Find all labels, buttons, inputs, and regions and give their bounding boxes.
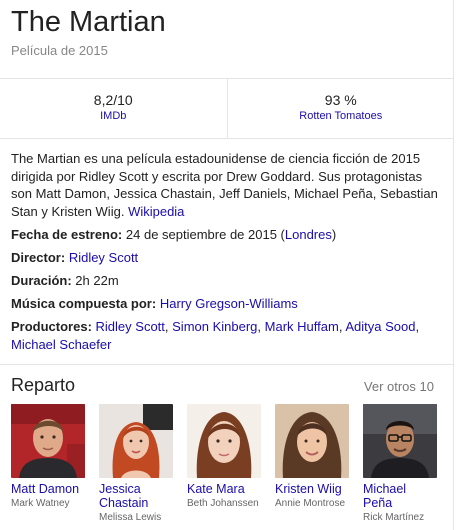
fact-duration: Duración: 2h 22m: [11, 272, 441, 290]
rating-source-link[interactable]: IMDb: [0, 109, 227, 124]
cast-photo[interactable]: [275, 404, 349, 478]
cast-role: Beth Johanssen: [187, 498, 259, 509]
producer-link[interactable]: Simon Kinberg: [172, 319, 257, 334]
rating-value: 8,2/10: [93, 92, 133, 108]
cast-heading: Reparto: [11, 375, 76, 395]
cast-name-link[interactable]: Jessica Chastain: [99, 482, 173, 510]
producer-link[interactable]: Ridley Scott: [96, 319, 165, 334]
cast-name-link[interactable]: Michael Peña: [363, 482, 437, 510]
description-text: The Martian es una película estadouniden…: [11, 151, 438, 219]
cast-role: Annie Montrose: [275, 498, 346, 509]
fact-release-date: Fecha de estreno: 24 de septiembre de 20…: [11, 226, 441, 244]
rating-source-link[interactable]: Rotten Tomatoes: [228, 109, 454, 124]
fact-producers: Productores: Ridley Scott, Simon Kinberg…: [11, 318, 441, 353]
fact-music: Música compuesta por: Harry Gregson-Will…: [11, 295, 441, 313]
cast-member[interactable]: Jessica Chastain Melissa Lewis: [99, 404, 173, 524]
cast-role: Mark Watney: [11, 498, 70, 509]
movie-subtitle: Película de 2015: [11, 43, 108, 58]
fact-label: Director:: [11, 250, 66, 265]
cast-member[interactable]: Matt Damon Mark Watney: [11, 404, 85, 524]
release-location-link[interactable]: Londres: [285, 227, 332, 242]
cast-name-link[interactable]: Kristen Wiig: [275, 482, 349, 496]
cast-photo[interactable]: [99, 404, 173, 478]
fact-suffix: ): [331, 227, 337, 242]
fact-director: Director: Ridley Scott: [11, 249, 441, 267]
cast-more-link[interactable]: Ver otros 10: [364, 379, 434, 394]
cast-name-link[interactable]: Kate Mara: [187, 482, 261, 496]
cast-role: Rick Martínez: [363, 512, 425, 523]
producer-link[interactable]: Michael Schaefer: [11, 337, 111, 352]
rating-imdb[interactable]: 8,2/10 IMDb: [0, 78, 227, 138]
composer-link[interactable]: Harry Gregson-Williams: [160, 296, 298, 311]
knowledge-panel: The Martian Película de 2015 8,2/10 IMDb…: [0, 0, 454, 530]
producer-link[interactable]: Aditya Sood: [345, 319, 415, 334]
wikipedia-link[interactable]: Wikipedia: [128, 204, 184, 219]
ratings-row: 8,2/10 IMDb 93 % Rotten Tomatoes: [0, 78, 454, 138]
rating-rotten-tomatoes[interactable]: 93 % Rotten Tomatoes: [226, 78, 454, 138]
cast-member[interactable]: Kristen Wiig Annie Montrose: [275, 404, 349, 524]
director-link[interactable]: Ridley Scott: [69, 250, 138, 265]
fact-label: Fecha de estreno:: [11, 227, 123, 242]
cast-photo[interactable]: [363, 404, 437, 478]
divider: [0, 138, 453, 139]
producer-link[interactable]: Mark Huffam: [265, 319, 339, 334]
list-separator: ,: [257, 319, 265, 334]
cast-name-link[interactable]: Matt Damon: [11, 482, 85, 496]
rating-value: 93 %: [324, 92, 357, 108]
fact-value: 2h 22m: [75, 273, 119, 288]
fact-value: 24 de septiembre de 2015 (: [125, 227, 285, 242]
fact-label: Productores:: [11, 319, 92, 334]
cast-member[interactable]: Michael Peña Rick Martínez: [363, 404, 437, 524]
cast-photo[interactable]: [11, 404, 85, 478]
fact-label: Música compuesta por:: [11, 296, 157, 311]
movie-title: The Martian: [11, 6, 166, 38]
fact-label: Duración:: [11, 273, 72, 288]
movie-description: The Martian es una película estadouniden…: [11, 150, 441, 220]
cast-photo[interactable]: [187, 404, 261, 478]
cast-member[interactable]: Kate Mara Beth Johanssen: [187, 404, 261, 524]
cast-carousel: Matt Damon Mark Watney Jessica Chastain: [11, 404, 437, 524]
divider: [0, 364, 453, 365]
list-separator: ,: [415, 319, 420, 334]
cast-role: Melissa Lewis: [99, 512, 162, 523]
